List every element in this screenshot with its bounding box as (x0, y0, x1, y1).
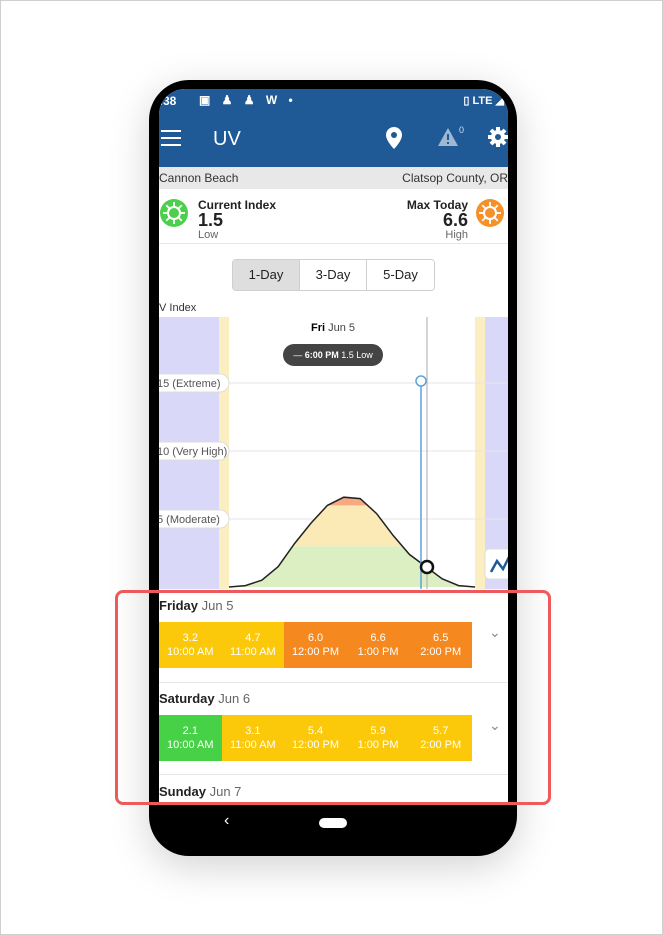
time-cursor-handle (415, 375, 427, 387)
status-time: :38 (159, 94, 177, 108)
chart-day-label: Fri Jun 5 (311, 322, 355, 334)
app-bar: UV 0 (159, 113, 508, 167)
chart-tooltip: — 6:00 PM 1.5 Low (283, 344, 383, 366)
location-bar: Cannon Beach Clatsop County, OR (159, 167, 508, 189)
range-selector: 1-Day 3-Day 5-Day (232, 259, 435, 291)
level-label: 10 (Very High) (159, 446, 227, 458)
menu-icon[interactable] (161, 130, 181, 146)
alert-count-badge: 0 (459, 125, 465, 135)
max-today-value: 6.6 (442, 210, 468, 230)
back-icon[interactable]: ‹ (224, 812, 229, 830)
current-index-description: Low (198, 229, 219, 241)
index-summary: Current Index 1.5 Low Max Today 6.6 High (159, 189, 508, 244)
night-band-right (485, 317, 508, 589)
status-bar: :38 ▣ ♟ ♟ W • ▯ LTE ◢ (159, 89, 508, 113)
alert-icon[interactable] (437, 127, 459, 147)
home-button[interactable] (319, 818, 347, 828)
signal-icons: ▯ LTE ◢ (463, 95, 504, 107)
current-index-value: 1.5 (198, 210, 224, 230)
chart-y-label: V Index (159, 302, 197, 314)
app-title: UV (213, 128, 241, 150)
current-point-marker (419, 559, 435, 575)
highlight-box (115, 590, 551, 805)
location-pin-icon[interactable] (386, 127, 402, 149)
level-label: 5 (Moderate) (159, 514, 220, 526)
location-city: Cannon Beach (159, 171, 239, 185)
settings-gear-icon[interactable] (487, 126, 508, 148)
dusk-band-right (475, 317, 485, 589)
chart-mode-button[interactable] (484, 548, 508, 580)
notification-icons: ▣ ♟ ♟ W • (199, 93, 297, 107)
sun-icon-max (476, 199, 504, 227)
tab-1-day[interactable]: 1-Day (233, 260, 300, 290)
max-today-description: High (445, 229, 468, 241)
tab-3-day[interactable]: 3-Day (300, 260, 367, 290)
sun-icon-current (160, 199, 188, 227)
level-label: 15 (Extreme) (159, 378, 221, 390)
tab-5-day[interactable]: 5-Day (367, 260, 434, 290)
location-county: Clatsop County, OR (402, 171, 508, 185)
